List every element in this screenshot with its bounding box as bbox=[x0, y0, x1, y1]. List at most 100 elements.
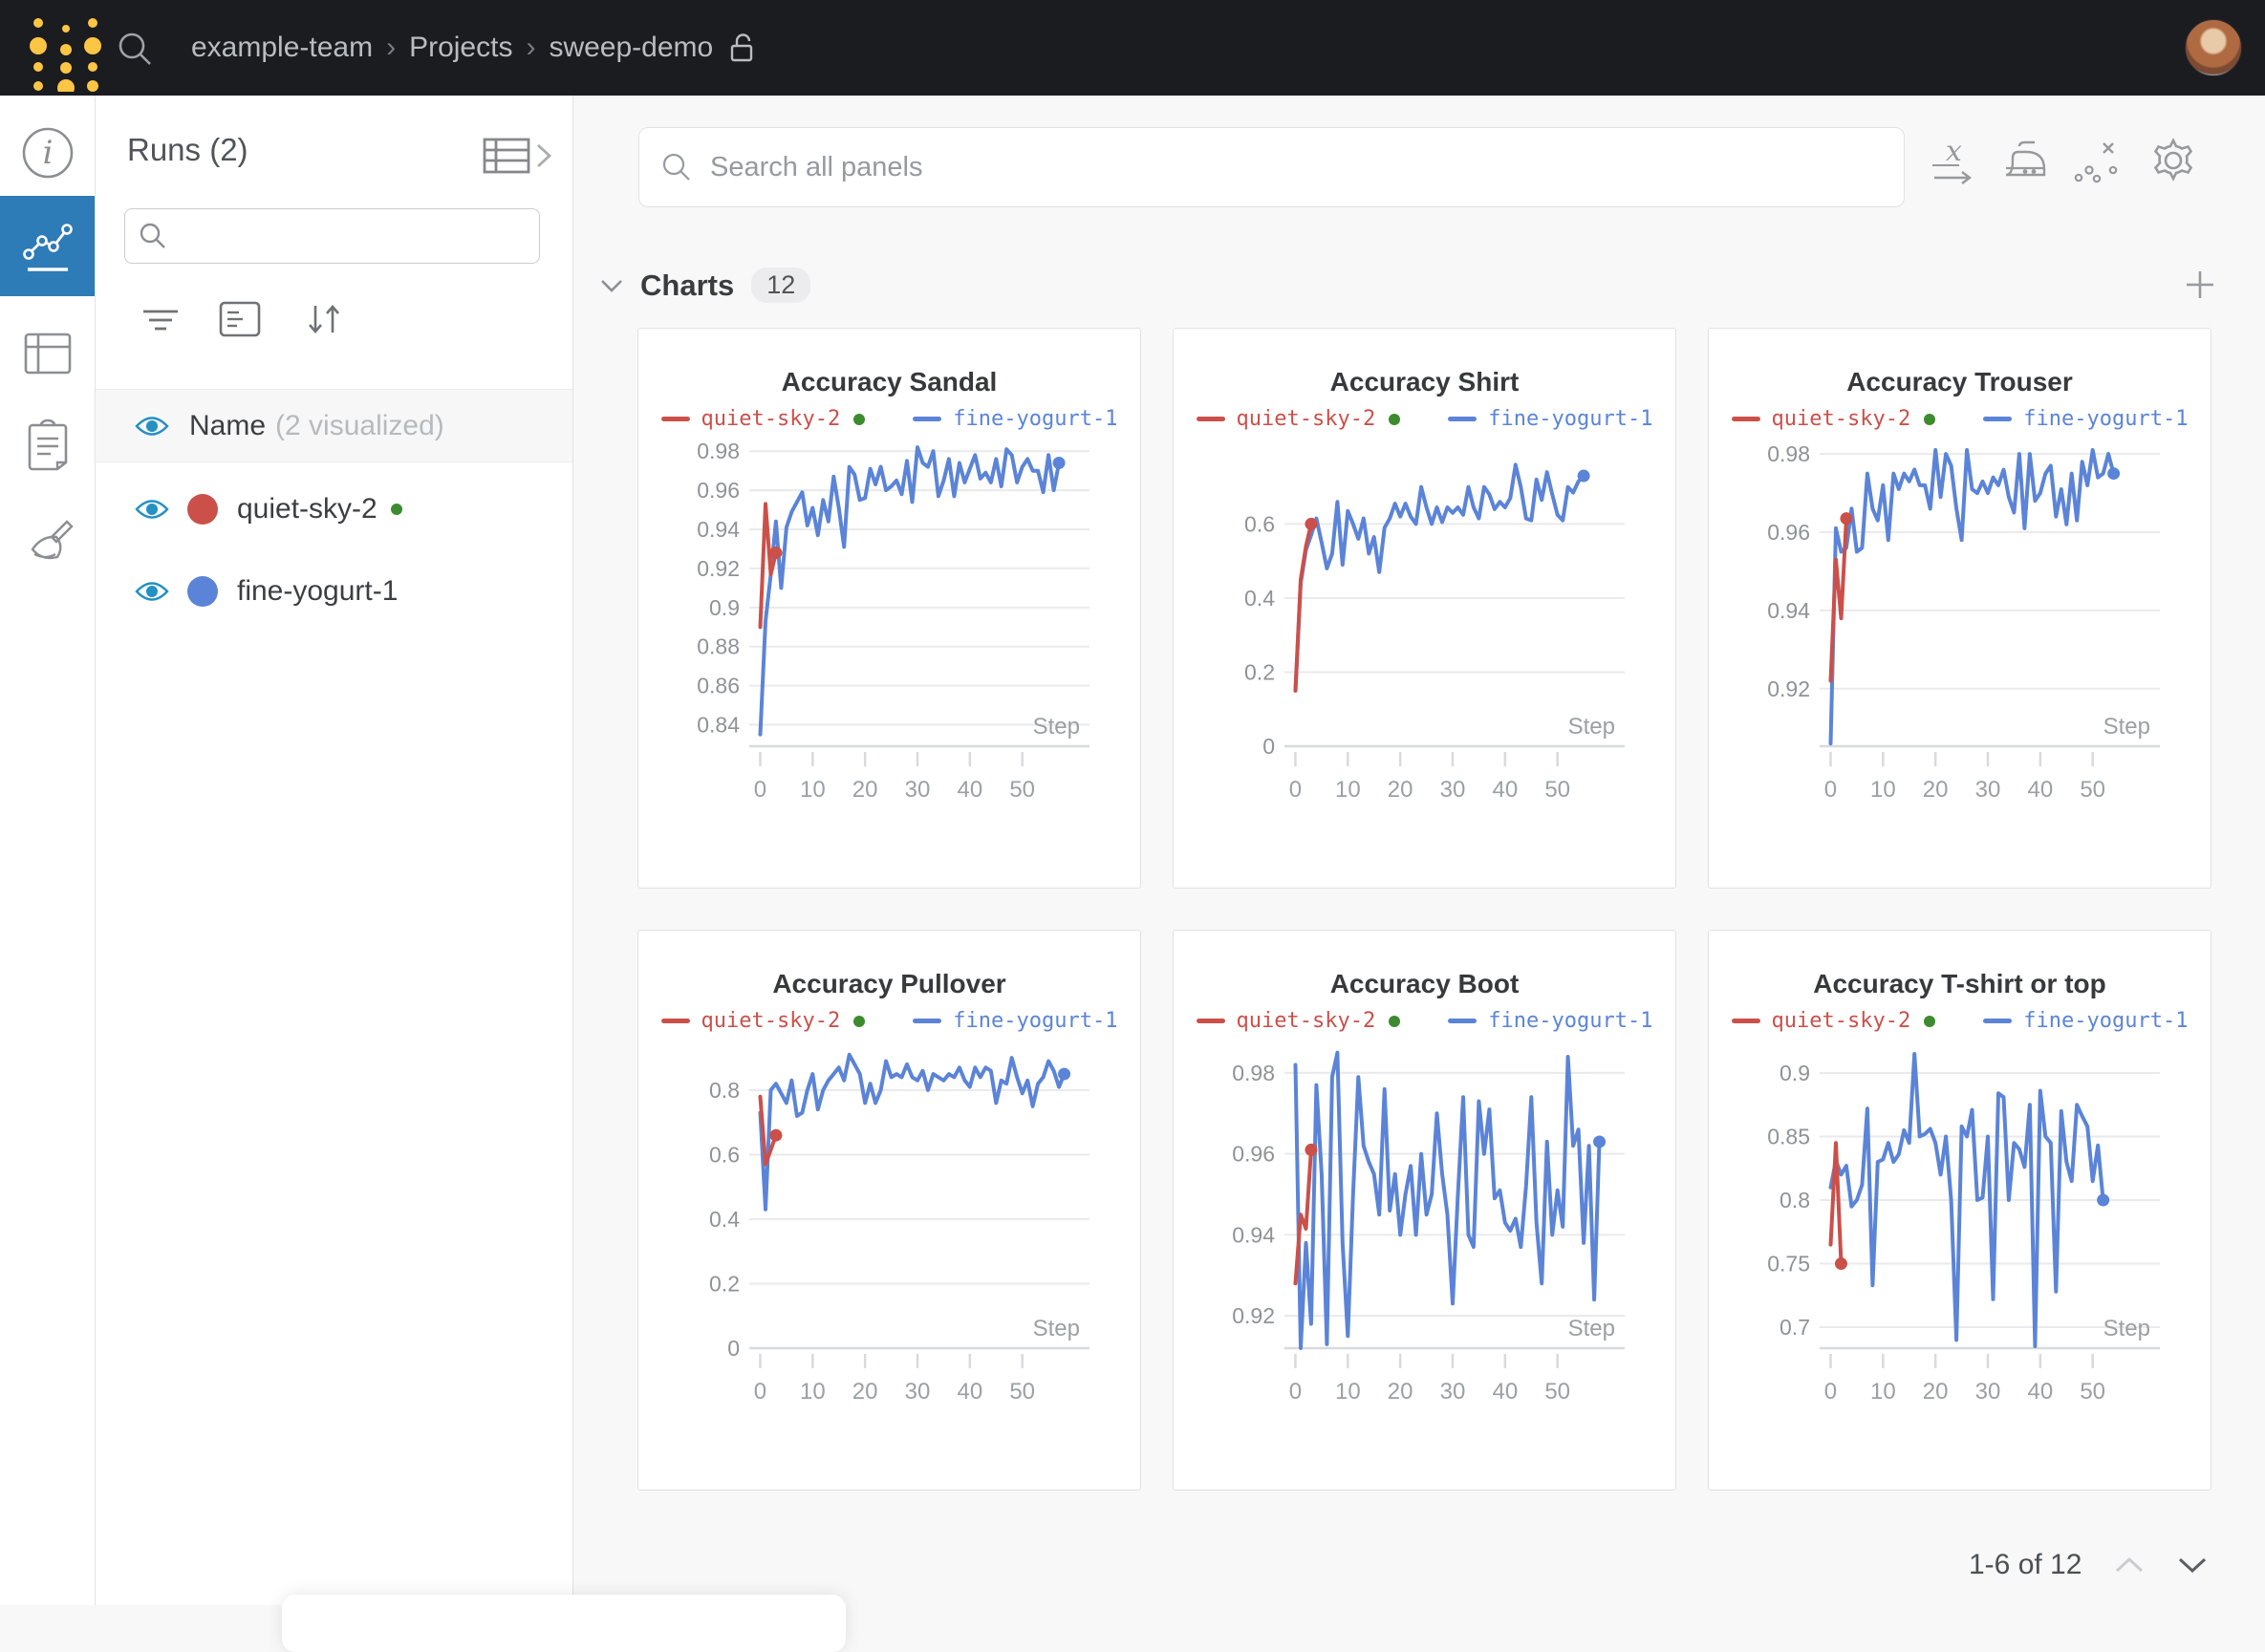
x-tick-label: 50 bbox=[2080, 1379, 2105, 1405]
breadcrumb-projects[interactable]: Projects bbox=[409, 32, 512, 64]
y-tick-label: 0.9 bbox=[1780, 1061, 1810, 1085]
x-tick-label: 10 bbox=[1870, 777, 1896, 803]
breadcrumb-team[interactable]: example-team bbox=[191, 32, 373, 64]
run-running-indicator bbox=[391, 504, 402, 515]
chart-plot: 00.20.40.60.801020304050Step bbox=[638, 931, 1140, 1490]
runs-search-box bbox=[124, 208, 540, 264]
eye-icon[interactable] bbox=[134, 414, 170, 439]
search-icon bbox=[139, 222, 167, 250]
search-icon bbox=[660, 151, 693, 183]
y-tick-label: 0.2 bbox=[1244, 659, 1275, 684]
unlocked-icon bbox=[726, 31, 759, 65]
y-tick-label: 0.4 bbox=[709, 1207, 740, 1232]
chart-panel[interactable]: Accuracy Bootquiet-sky-2fine-yogurt-10.9… bbox=[1173, 930, 1676, 1491]
sweeps-nav-button[interactable] bbox=[0, 511, 95, 578]
add-panel-button[interactable] bbox=[2179, 264, 2221, 306]
series-line-fine-yogurt-1 bbox=[1296, 464, 1585, 691]
runs-table-nav-button[interactable] bbox=[0, 320, 95, 387]
smoothing-iron-icon bbox=[2000, 139, 2052, 186]
svg-text:i: i bbox=[42, 134, 53, 172]
chart-plot: 0.920.940.960.9801020304050Step bbox=[1709, 329, 2211, 888]
chart-panel[interactable]: Accuracy Pulloverquiet-sky-2fine-yogurt-… bbox=[637, 930, 1141, 1491]
outliers-button[interactable] bbox=[2070, 136, 2124, 189]
x-axis-settings-button[interactable]: x bbox=[1929, 136, 1982, 189]
x-tick-label: 0 bbox=[1289, 777, 1302, 803]
list-icon bbox=[218, 300, 262, 338]
panel-pagination: 1-6 of 12 bbox=[1969, 1540, 2217, 1590]
logs-nav-button[interactable] bbox=[0, 411, 95, 478]
group-runs-button[interactable] bbox=[218, 300, 262, 343]
run-row-fine-yogurt-1[interactable]: fine-yogurt-1 bbox=[96, 550, 572, 633]
sort-runs-button[interactable] bbox=[302, 298, 350, 345]
runs-visualized-note: (2 visualized) bbox=[275, 410, 444, 442]
breadcrumb-separator: › bbox=[512, 32, 549, 64]
x-axis-icon: x bbox=[1931, 138, 1980, 187]
x-tick-label: 40 bbox=[957, 1379, 982, 1405]
y-tick-label: 0.9 bbox=[709, 595, 740, 620]
y-tick-label: 0.86 bbox=[697, 674, 740, 698]
y-tick-label: 0.96 bbox=[1232, 1142, 1275, 1167]
y-tick-label: 0.94 bbox=[1767, 598, 1810, 623]
chevron-up-icon[interactable] bbox=[2114, 1555, 2145, 1575]
x-tick-label: 10 bbox=[800, 1379, 826, 1405]
filter-icon bbox=[140, 304, 182, 338]
y-tick-label: 0.92 bbox=[697, 556, 740, 581]
x-tick-label: 50 bbox=[1544, 777, 1570, 803]
search-icon[interactable] bbox=[117, 31, 155, 69]
y-tick-label: 0.2 bbox=[709, 1271, 740, 1296]
breadcrumb-project-name[interactable]: sweep-demo bbox=[549, 32, 713, 64]
x-axis-label: Step bbox=[1033, 1316, 1080, 1341]
y-tick-label: 0 bbox=[1262, 734, 1275, 759]
chevron-down-icon[interactable] bbox=[2177, 1555, 2208, 1575]
panel-search-input[interactable] bbox=[708, 151, 1904, 184]
user-avatar[interactable] bbox=[2185, 19, 2242, 76]
x-axis-label: Step bbox=[1568, 1316, 1615, 1341]
x-tick-label: 0 bbox=[1824, 777, 1837, 803]
run-row-quiet-sky-2[interactable]: quiet-sky-2 bbox=[96, 468, 572, 550]
chart-panel[interactable]: Accuracy Shirtquiet-sky-2fine-yogurt-100… bbox=[1173, 328, 1676, 889]
x-axis-label: Step bbox=[1033, 714, 1080, 740]
series-line-fine-yogurt-1 bbox=[1831, 450, 2114, 743]
runs-name-header[interactable]: Name (2 visualized) bbox=[96, 389, 572, 462]
y-tick-label: 0.7 bbox=[1780, 1315, 1810, 1340]
chart-plot: 00.20.40.601020304050Step bbox=[1174, 329, 1675, 888]
runs-search-input[interactable] bbox=[177, 221, 539, 252]
clipboard-icon bbox=[26, 418, 70, 471]
workspace-settings-button[interactable] bbox=[2145, 132, 2202, 189]
peeking-card bbox=[282, 1595, 846, 1652]
smoothing-button[interactable] bbox=[1999, 136, 2053, 189]
run-name[interactable]: fine-yogurt-1 bbox=[237, 575, 398, 608]
chart-panel[interactable]: Accuracy Trouserquiet-sky-2fine-yogurt-1… bbox=[1708, 328, 2211, 889]
expand-runs-table-button[interactable] bbox=[483, 136, 559, 179]
eye-icon[interactable] bbox=[134, 579, 170, 604]
workspace-charts-nav-button[interactable] bbox=[0, 196, 95, 296]
x-tick-label: 50 bbox=[2080, 777, 2105, 803]
x-tick-label: 10 bbox=[1335, 777, 1361, 803]
breadcrumb: example-team › Projects › sweep-demo bbox=[191, 0, 759, 96]
filter-runs-button[interactable] bbox=[140, 304, 182, 343]
y-tick-label: 0.85 bbox=[1767, 1125, 1810, 1149]
run-color-dot[interactable] bbox=[187, 576, 218, 607]
x-axis-label: Step bbox=[2103, 714, 2150, 740]
x-tick-label: 20 bbox=[852, 1379, 878, 1405]
run-color-dot[interactable] bbox=[187, 494, 218, 525]
info-nav-button[interactable]: i bbox=[0, 119, 95, 186]
x-tick-label: 20 bbox=[1923, 777, 1949, 803]
chart-panel[interactable]: Accuracy Sandalquiet-sky-2fine-yogurt-10… bbox=[637, 328, 1141, 889]
chart-panel[interactable]: Accuracy T-shirt or topquiet-sky-2fine-y… bbox=[1708, 930, 2211, 1491]
x-tick-label: 20 bbox=[1388, 777, 1413, 803]
y-tick-label: 0.92 bbox=[1232, 1303, 1275, 1328]
x-axis-label: Step bbox=[2103, 1316, 2150, 1341]
x-tick-label: 40 bbox=[2027, 777, 2053, 803]
x-tick-label: 30 bbox=[1975, 777, 2001, 803]
eye-icon[interactable] bbox=[134, 497, 170, 522]
pagination-label: 1-6 of 12 bbox=[1969, 1549, 2082, 1581]
chevron-down-icon[interactable] bbox=[600, 278, 623, 293]
wandb-logo-icon[interactable] bbox=[27, 8, 103, 92]
x-tick-label: 50 bbox=[1544, 1379, 1570, 1405]
charts-section-label[interactable]: Charts bbox=[640, 268, 734, 303]
run-name[interactable]: quiet-sky-2 bbox=[237, 493, 378, 526]
y-tick-label: 0 bbox=[727, 1336, 740, 1361]
x-tick-label: 30 bbox=[1975, 1379, 2001, 1405]
x-tick-label: 30 bbox=[1440, 777, 1466, 803]
